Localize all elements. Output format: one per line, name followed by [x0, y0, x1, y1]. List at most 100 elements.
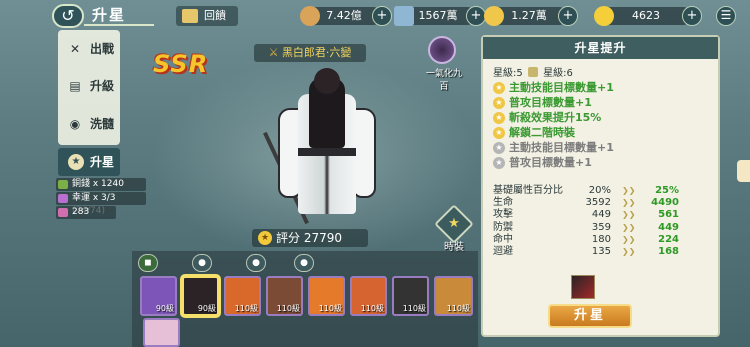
stat-row: 生命 3592 ❯❯ 4490 — [493, 197, 715, 209]
material-label: 283 — [72, 207, 90, 217]
scroll-icon: ▤ — [69, 79, 81, 93]
resource-value: 4623 — [632, 9, 660, 22]
star-icon: ★ — [493, 82, 505, 94]
star-icon: ★ — [493, 112, 505, 124]
roster-card[interactable]: 110級 — [266, 276, 303, 316]
add-gold-ingot-button[interactable]: + — [558, 6, 578, 26]
sidebar: ✕ 出戰 ▤ 升級 ◉ 洗髓 — [58, 30, 120, 145]
resource-gold-ingot: 1.27萬 + — [484, 6, 578, 26]
star-to: 星級:6 — [543, 68, 573, 79]
back-icon: ↺ — [61, 6, 75, 25]
arrow-icon — [527, 67, 538, 77]
star-icon: ★ — [493, 157, 505, 169]
filter-paw-3[interactable]: ● — [294, 254, 314, 272]
sidebar-item-starup[interactable]: ★ 升星 — [58, 148, 120, 176]
panel-title: 升星提升 — [483, 37, 718, 59]
sidebar-item-deploy[interactable]: ✕ 出戰 — [58, 34, 120, 64]
filter-paw[interactable]: ● — [192, 254, 212, 272]
crossed-swords-icon: ✕ — [69, 42, 81, 56]
sidebar-item-label: 升級 — [90, 79, 115, 93]
star-icon: ★ — [493, 127, 505, 139]
stat-row: 命中 180 ❯❯ 224 — [493, 234, 715, 246]
back-button[interactable]: ↺ — [52, 4, 84, 28]
sidebar-item-label: 出戰 — [90, 42, 115, 56]
card-level: 110級 — [446, 304, 470, 313]
character-figure — [263, 68, 376, 238]
stat-next: 25% — [655, 185, 679, 196]
roster-card[interactable]: 110級 — [224, 276, 261, 316]
score-plate: ★ 評分 27790 — [252, 229, 368, 247]
sidebar-item-refine[interactable]: ◉ 洗髓 — [58, 109, 120, 139]
resource-value: 1567萬 — [418, 9, 458, 22]
resource-yuanbao: 4623 + — [594, 6, 702, 26]
filter-all[interactable]: ◼ — [138, 254, 158, 272]
material-icon — [58, 180, 68, 189]
head — [314, 68, 340, 94]
yinyang-emblem-icon[interactable] — [428, 36, 456, 64]
bonus-item: ★ 普攻目標數量+1 — [493, 95, 713, 110]
bonus-label: 解鎖二階時裝 — [509, 126, 575, 139]
stat-name: 迴避 — [493, 245, 513, 257]
materials-list: 銅錢 x 1240 幸運 x 3/3 (74/74) 283 — [56, 178, 146, 220]
star-level-change: 星級:5 星級:6 — [493, 64, 573, 79]
add-yuanbao-button[interactable]: + — [682, 6, 702, 26]
grid-icon: ◼ — [144, 258, 152, 268]
gift-label: 回饋 — [204, 9, 226, 22]
add-copper-button[interactable]: + — [372, 6, 392, 26]
roster-card-selected[interactable]: 90級 — [182, 276, 219, 316]
menu-button[interactable]: ☰ — [716, 6, 736, 26]
bonus-item-locked: ★ 主動技能目標數量+1 — [493, 140, 713, 155]
stat-next: 168 — [658, 245, 679, 257]
star-icon: ★ — [68, 154, 84, 170]
star-icon: ★ — [493, 97, 505, 109]
stat-next: 449 — [658, 221, 679, 233]
stats-table: 基礎屬性百分比 20% ❯❯ 25% 生命 3592 ❯❯ 4490 攻擊 44… — [493, 185, 715, 258]
gift-icon — [182, 9, 198, 23]
material-icon — [58, 194, 68, 203]
arrow-icon: ❯❯ — [622, 186, 636, 195]
cost-character-portrait — [571, 275, 595, 299]
stat-row: 防禦 359 ❯❯ 449 — [493, 222, 715, 234]
stat-current: 359 — [591, 221, 611, 233]
bonus-item: ★ 解鎖二階時裝 — [493, 125, 713, 140]
stat-name: 基礎屬性百分比 — [493, 185, 563, 196]
roster-card[interactable]: 110級 — [308, 276, 345, 316]
stat-next: 4490 — [651, 197, 679, 209]
stat-current: 3592 — [585, 197, 611, 209]
side-drawer-handle[interactable] — [737, 160, 750, 182]
roster-card[interactable] — [143, 318, 180, 347]
material-item: 幸運 x 3/3 (74/74) — [56, 192, 146, 216]
roster-card[interactable]: 110級 — [392, 276, 429, 316]
copper-coin-icon — [300, 6, 320, 26]
stat-next: 224 — [658, 233, 679, 245]
stat-name: 防禦 — [493, 221, 513, 233]
resource-silver: 1567萬 + — [394, 6, 486, 26]
sidebar-item-levelup[interactable]: ▤ 升級 — [58, 71, 120, 101]
top-bar: ↺ 升星 回饋 7.42億 + 1567萬 + 1.27萬 + 4623 + ☰ — [0, 0, 750, 30]
add-silver-button[interactable]: + — [466, 6, 486, 26]
list-menu-icon: ☰ — [720, 8, 732, 22]
roster-card[interactable]: 110級 — [434, 276, 473, 316]
filter-paw-2[interactable]: ● — [246, 254, 266, 272]
star-icon: ★ — [448, 216, 460, 231]
card-level: 110級 — [234, 304, 258, 313]
rarity-badge: SSR — [153, 50, 209, 78]
score-star-icon: ★ — [258, 231, 272, 245]
material-item: 銅錢 x 1240 — [56, 178, 146, 191]
star-up-button[interactable]: 升星 — [548, 304, 632, 328]
roster-card[interactable]: 90級 — [140, 276, 177, 316]
card-level: 110級 — [318, 304, 342, 313]
roster-card[interactable]: 110級 — [350, 276, 387, 316]
material-item: 283 — [56, 206, 116, 219]
card-level: 90級 — [155, 304, 174, 313]
bonus-label: 斬殺效果提升15% — [509, 111, 602, 124]
gift-button[interactable]: 回饋 — [176, 6, 238, 26]
stat-row: 攻擊 449 ❯❯ 561 — [493, 209, 715, 221]
gold-yuanbao-icon — [594, 6, 614, 26]
bonus-label: 主動技能目標數量+1 — [509, 81, 614, 94]
card-level: 110級 — [402, 304, 426, 313]
arrow-icon: ❯❯ — [622, 222, 636, 232]
stat-name: 命中 — [493, 233, 513, 245]
stat-name: 攻擊 — [493, 209, 513, 221]
emblem-label: 一氣化九百 — [425, 69, 462, 92]
